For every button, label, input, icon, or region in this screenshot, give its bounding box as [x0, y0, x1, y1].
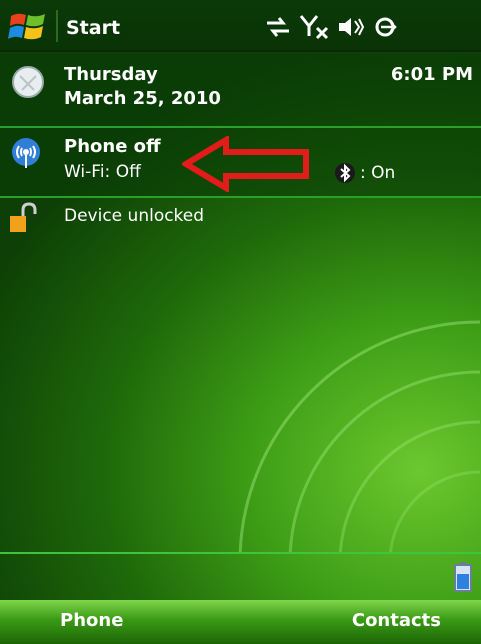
lock-row[interactable]: Device unlocked [0, 198, 481, 242]
bluetooth-icon [335, 163, 355, 183]
data-sync-icon[interactable] [265, 15, 291, 39]
title-separator [56, 10, 58, 42]
windows-logo-icon[interactable] [8, 10, 48, 44]
title-bar: Start [0, 0, 481, 52]
bluetooth-status: : On [334, 162, 395, 184]
red-arrow-annotation [182, 136, 309, 192]
softkey-right-contacts[interactable]: Contacts [352, 610, 441, 631]
today-screen: Start Thursday March 25, 2010 6:01 PM Ph… [0, 0, 481, 644]
bluetooth-status-label: : On [360, 163, 396, 183]
unlocked-padlock-icon [10, 202, 37, 232]
wifi-status-label: Wi-Fi: Off [64, 162, 141, 182]
time-label: 6:01 PM [390, 64, 473, 85]
date-time-row[interactable]: Thursday March 25, 2010 6:01 PM [0, 54, 481, 128]
power-icon[interactable] [373, 15, 399, 39]
softkey-left-phone[interactable]: Phone [60, 610, 123, 631]
softkey-bar: Phone Contacts [0, 600, 481, 644]
volume-off-icon[interactable] [337, 15, 365, 39]
background-arcs [238, 320, 481, 552]
battery-icon[interactable] [454, 562, 472, 592]
signal-off-icon[interactable] [299, 14, 329, 40]
start-button[interactable]: Start [66, 17, 120, 39]
day-label: Thursday [64, 64, 158, 85]
phone-status-label: Phone off [64, 136, 161, 157]
clock-icon [12, 66, 44, 98]
status-icons [265, 12, 399, 42]
radio-antenna-icon [12, 138, 40, 168]
date-label: March 25, 2010 [64, 88, 221, 109]
divider-line [0, 552, 481, 554]
connectivity-row[interactable]: Phone off Wi-Fi: Off : On [0, 128, 481, 198]
lock-status-label: Device unlocked [64, 206, 205, 226]
